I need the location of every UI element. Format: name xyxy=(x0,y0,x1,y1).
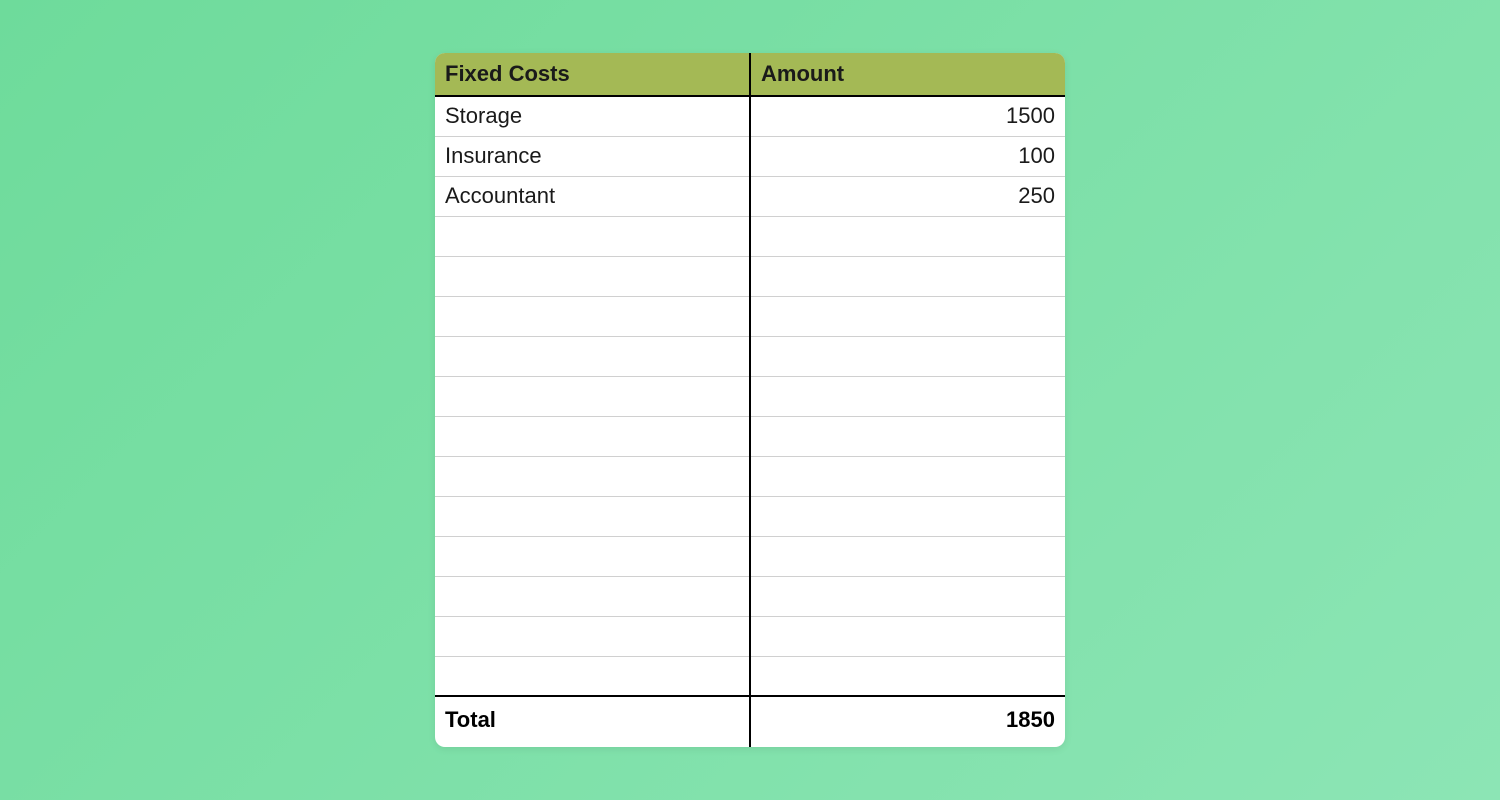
header-amount: Amount xyxy=(750,53,1065,96)
table-row xyxy=(435,376,1065,416)
table-header-row: Fixed Costs Amount xyxy=(435,53,1065,96)
table-row: Insurance 100 xyxy=(435,136,1065,176)
footer-total-amount: 1850 xyxy=(750,696,1065,747)
cell-amount xyxy=(750,256,1065,296)
table-row xyxy=(435,656,1065,696)
cell-label xyxy=(435,256,750,296)
table-row xyxy=(435,416,1065,456)
cell-label xyxy=(435,616,750,656)
cell-amount xyxy=(750,296,1065,336)
cell-label xyxy=(435,496,750,536)
table-row xyxy=(435,456,1065,496)
cell-label xyxy=(435,656,750,696)
cell-label: Storage xyxy=(435,96,750,136)
cell-amount: 250 xyxy=(750,176,1065,216)
cell-amount xyxy=(750,616,1065,656)
table-row xyxy=(435,256,1065,296)
cell-amount xyxy=(750,656,1065,696)
cell-amount xyxy=(750,416,1065,456)
cell-label xyxy=(435,376,750,416)
table-row: Storage 1500 xyxy=(435,96,1065,136)
table-row xyxy=(435,216,1065,256)
cell-label xyxy=(435,336,750,376)
cell-label: Accountant xyxy=(435,176,750,216)
table-row xyxy=(435,616,1065,656)
cell-amount xyxy=(750,336,1065,376)
table-row xyxy=(435,576,1065,616)
cell-amount: 100 xyxy=(750,136,1065,176)
cell-label: Insurance xyxy=(435,136,750,176)
cell-label xyxy=(435,216,750,256)
table-row xyxy=(435,296,1065,336)
cell-amount xyxy=(750,536,1065,576)
cell-label xyxy=(435,576,750,616)
fixed-costs-table: Fixed Costs Amount Storage 1500 Insuranc… xyxy=(435,53,1065,747)
header-fixed-costs: Fixed Costs xyxy=(435,53,750,96)
cell-amount xyxy=(750,376,1065,416)
cell-label xyxy=(435,536,750,576)
cell-label xyxy=(435,296,750,336)
table-body: Storage 1500 Insurance 100 Accountant 25… xyxy=(435,96,1065,696)
cell-amount xyxy=(750,576,1065,616)
table-row: Accountant 250 xyxy=(435,176,1065,216)
fixed-costs-table-container: Fixed Costs Amount Storage 1500 Insuranc… xyxy=(435,53,1065,747)
footer-total-label: Total xyxy=(435,696,750,747)
cell-label xyxy=(435,456,750,496)
cell-amount xyxy=(750,216,1065,256)
cell-amount xyxy=(750,496,1065,536)
cell-amount: 1500 xyxy=(750,96,1065,136)
cell-label xyxy=(435,416,750,456)
cell-amount xyxy=(750,456,1065,496)
table-row xyxy=(435,336,1065,376)
table-row xyxy=(435,496,1065,536)
table-footer-row: Total 1850 xyxy=(435,696,1065,747)
table-row xyxy=(435,536,1065,576)
